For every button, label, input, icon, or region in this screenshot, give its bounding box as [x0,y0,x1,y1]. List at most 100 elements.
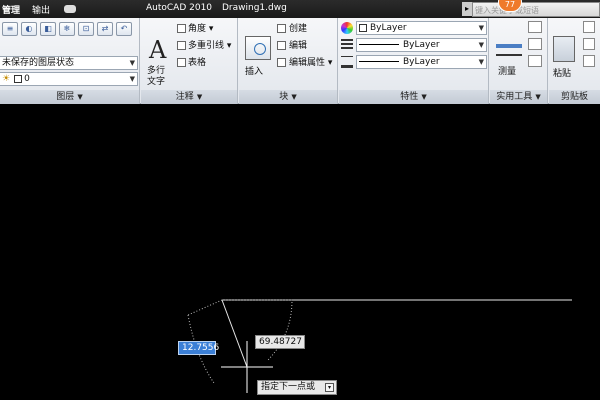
lineweight-select[interactable]: ByLayer ▼ [356,55,487,69]
color-value: ByLayer [370,23,407,33]
caret-down-icon: ▼ [77,93,83,101]
linetype-select[interactable]: ByLayer ▼ [356,38,487,52]
layer-isolate-icon[interactable]: ◧ [40,22,56,36]
block-panel-title[interactable]: 块 ▼ [239,90,337,104]
lightbulb-icon: ☀ [2,74,11,84]
search-input[interactable]: 键入关键字或短语 [472,2,600,17]
utilities-panel-title[interactable]: 实用工具 ▼ [490,90,547,104]
layer-previous-icon[interactable]: ↶ [116,22,132,36]
layer-freeze-icon[interactable]: ❄ [59,22,75,36]
command-prompt-tooltip: 指定下一点或 ▾ [257,380,337,395]
rubber-band-line [221,299,248,368]
clipboard-panel-title[interactable]: 剪贴板 [549,90,600,104]
layer-state-value: 未保存的图层状态 [2,58,75,68]
layers-panel: ≡ ◐ ◧ ❄ ⊡ ⇄ ↶ 未保存的图层状态 ▼ ☀ 0 ▼ 图层 ▼ [0,18,140,104]
ribbon: ≡ ◐ ◧ ❄ ⊡ ⇄ ↶ 未保存的图层状态 ▼ ☀ 0 ▼ 图层 ▼ A 多行… [0,18,600,104]
multiline-text-icon[interactable]: A [149,36,166,64]
table-button[interactable]: 表格 [177,55,206,68]
file-name: Drawing1.dwg [222,3,287,13]
caret-down-icon: ▼ [535,93,541,101]
ribbon-toggle-icon[interactable] [64,5,76,13]
tab-output[interactable]: 输出 [32,3,50,16]
layers-title: 图层 [56,92,75,102]
properties-title: 特性 [400,92,419,102]
tab-manage[interactable]: 管理 [2,3,20,16]
color-select[interactable]: ByLayer ▼ [356,21,487,35]
current-layer-select[interactable]: ☀ 0 ▼ [0,72,138,86]
chevron-down-icon: ▼ [129,75,135,83]
caret-down-icon: ▼ [291,93,297,101]
copy-icon[interactable] [583,38,595,50]
length-input[interactable]: 12.7556 [178,341,219,355]
match-properties-icon[interactable] [583,55,595,67]
utilities-title: 实用工具 [496,92,533,102]
prompt-text: 指定下一点或 [261,382,316,392]
insert-button[interactable]: 插入 [245,64,263,77]
layer-properties-icon[interactable]: ≡ [2,22,18,36]
annotation-panel: A 多行文字 角度 ▾ 多重引线 ▾ 表格 注释 ▼ [141,18,238,104]
layers-panel-title[interactable]: 图层 ▼ [0,90,139,104]
angle-input[interactable]: 69.48727 [255,335,305,349]
chevron-down-icon: ▼ [478,58,484,66]
measure-button[interactable]: 测量 [498,64,516,77]
id-point-icon[interactable] [528,38,542,50]
linetype-icon [341,39,353,51]
app-name: AutoCAD 2010 [146,3,213,13]
layer-off-icon[interactable]: ◐ [21,22,37,36]
create-icon [277,24,286,33]
annotation-title: 注释 [175,92,194,102]
attributes-icon [277,58,286,67]
edit-icon [277,41,286,50]
table-icon [177,58,186,67]
measure-icon[interactable] [496,38,522,56]
options-arrow-icon[interactable]: ▾ [325,383,334,392]
annotation-panel-title[interactable]: 注释 ▼ [141,90,237,104]
layer-match-icon[interactable]: ⇄ [97,22,113,36]
edit-attributes-button[interactable]: 编辑属性 ▾ [277,55,332,68]
drawing-area [187,299,572,393]
title-bar: 管理 输出 AutoCAD 2010 Drawing1.dwg ▸ 键入关键字或… [0,0,600,18]
insert-block-icon[interactable] [245,36,271,60]
color-wheel-icon [341,22,353,34]
create-block-button[interactable]: 创建 [277,21,307,34]
cut-icon[interactable] [583,21,595,33]
angle-dimension-arc [222,299,293,361]
block-title: 块 [279,92,289,102]
layer-tools: ≡ ◐ ◧ ❄ ⊡ ⇄ ↶ [2,22,132,36]
multileader-button[interactable]: 多重引线 ▾ [177,38,231,51]
layer-state-select[interactable]: 未保存的图层状态 ▼ [0,56,138,70]
chevron-down-icon: ▼ [478,24,484,32]
clipboard-panel: 粘贴 剪贴板 [549,18,600,104]
layer-color-swatch [14,74,23,83]
color-swatch [359,23,367,32]
edit-block-button[interactable]: 编辑 [277,38,307,51]
block-panel: 插入 创建 编辑 编辑属性 ▾ 块 ▼ [239,18,338,104]
edit-attributes-label: 编辑属性 [289,58,326,68]
angle-icon [177,24,186,33]
autocad-window: 管理 输出 AutoCAD 2010 Drawing1.dwg ▸ 键入关键字或… [0,0,600,400]
current-layer-value: 0 [24,74,30,84]
lineweight-icon [341,56,353,68]
table-label: 表格 [188,58,207,68]
clipboard-title: 剪贴板 [560,92,588,102]
layer-lock-icon[interactable]: ⊡ [78,22,94,36]
drawing-canvas[interactable]: 12.7556 69.48727 指定下一点或 ▾ [0,105,600,400]
calculator-icon[interactable] [528,55,542,67]
lineweight-value: ByLayer [403,57,440,67]
angle-label: 角度 [188,24,207,34]
lineweight-sample [359,61,399,62]
multileader-label: 多重引线 [188,41,225,51]
caret-down-icon: ▼ [421,93,427,101]
multiline-text-button[interactable]: 多行文字 [147,66,169,88]
properties-panel-title[interactable]: 特性 ▼ [339,90,488,104]
utilities-panel: 测量 实用工具 ▼ [490,18,548,104]
caret-down-icon: ▼ [196,93,203,101]
angle-dimension-button[interactable]: 角度 ▾ [177,21,213,34]
paste-button[interactable]: 粘贴 [553,66,571,79]
linetype-sample [359,44,399,45]
clipboard-icon[interactable] [553,36,575,62]
quick-select-icon[interactable] [528,21,542,33]
dimension-extension-line [187,299,223,316]
search-expand-icon[interactable]: ▸ [462,2,472,16]
create-label: 创建 [289,24,308,34]
